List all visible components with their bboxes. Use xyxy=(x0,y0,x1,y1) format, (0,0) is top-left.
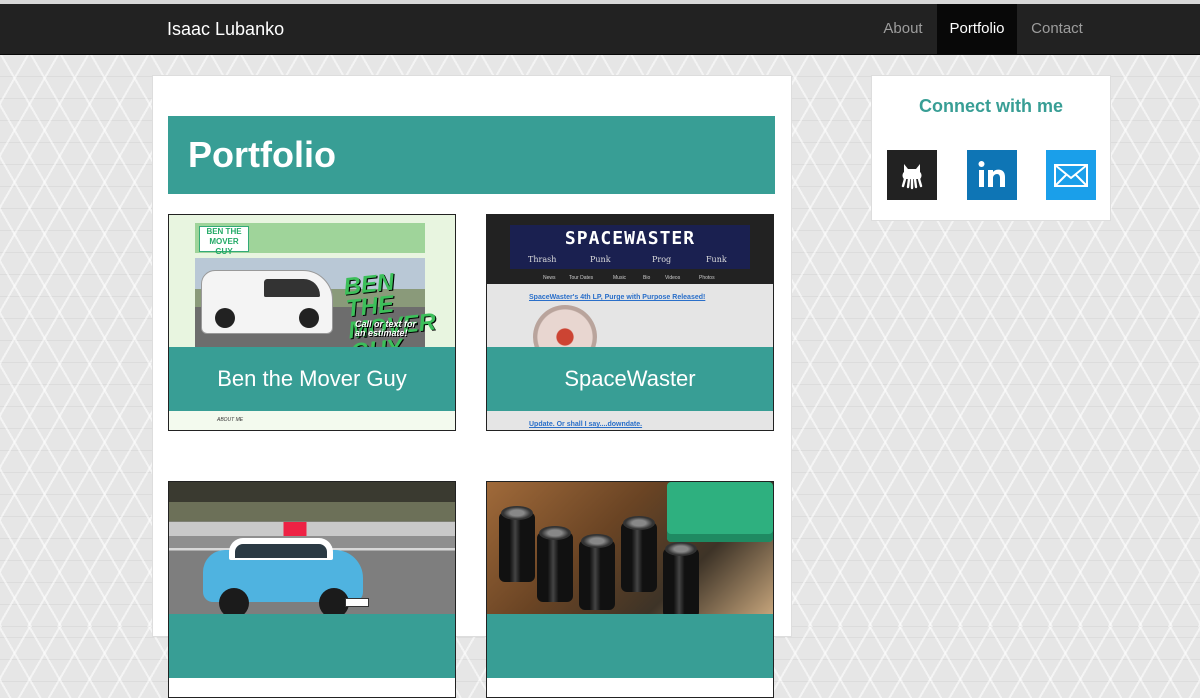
car-window xyxy=(235,544,327,558)
card-caption-bar xyxy=(169,614,455,678)
site-logo: BEN THE MOVER GUY xyxy=(199,226,249,256)
car-plate xyxy=(345,598,369,607)
card-thumbnail xyxy=(169,482,455,614)
van-wheel xyxy=(299,308,319,328)
card-caption-bar: Ben the Mover Guy xyxy=(169,347,455,411)
band-title: SPACEWASTER xyxy=(564,228,696,249)
portfolio-card-car[interactable] xyxy=(168,481,456,698)
genre: Thrash xyxy=(528,255,557,264)
genre: Punk xyxy=(590,255,611,264)
navbar: Isaac Lubanko About Portfolio Contact xyxy=(0,4,1200,55)
nav-contact[interactable]: Contact xyxy=(1019,4,1095,54)
connect-title: Connect with me xyxy=(918,96,1063,116)
circuit-board xyxy=(667,482,773,542)
email-icon xyxy=(1054,164,1088,187)
van-photo: BEN THE MOVER GUY Call or text for an es… xyxy=(195,258,437,347)
ben-call-text: Call or text for an estimate! xyxy=(355,319,417,338)
page-header: Portfolio xyxy=(168,116,775,194)
menu-item: Bio xyxy=(643,275,651,281)
github-link[interactable] xyxy=(887,150,937,200)
card-caption-bar xyxy=(487,614,773,678)
card-title[interactable] xyxy=(169,614,455,678)
card-title[interactable]: Ben the Mover Guy xyxy=(169,347,455,411)
linkedin-link[interactable] xyxy=(967,150,1017,200)
capacitor xyxy=(537,526,573,602)
site-header-strip: BEN THE MOVER GUY xyxy=(195,223,425,256)
menu-item: Music xyxy=(613,275,627,281)
nav-portfolio[interactable]: Portfolio xyxy=(937,4,1017,54)
card-title[interactable] xyxy=(487,614,773,678)
github-icon xyxy=(901,164,923,190)
menu-item: Videos xyxy=(665,275,681,281)
menu-item: Tour Dates xyxy=(569,275,594,281)
track-barrier xyxy=(169,522,455,536)
menu-item: Photos xyxy=(699,275,715,281)
genre: Funk xyxy=(706,255,727,264)
capacitor xyxy=(663,542,699,614)
brand-name[interactable]: Isaac Lubanko xyxy=(167,19,284,40)
card-title[interactable]: SpaceWaster xyxy=(487,347,773,411)
genre: Prog xyxy=(652,255,672,264)
portfolio-card-spacewaster[interactable]: SPACEWASTER Thrash Punk Prog Funk News T… xyxy=(486,214,774,431)
portfolio-panel: Portfolio BEN THE MOVER GUY BEN THE MOVE… xyxy=(152,75,792,698)
van-wheel xyxy=(215,308,235,328)
card-thumbnail: SPACEWASTER Thrash Punk Prog Funk News T… xyxy=(487,215,773,347)
portfolio-card-electronics[interactable] xyxy=(486,481,774,698)
card-footer: Update. Or shall I say....downdate. xyxy=(487,411,773,430)
email-link[interactable] xyxy=(1046,150,1096,200)
footer-text: ABOUT ME xyxy=(217,417,244,423)
connect-panel: Connect with me xyxy=(871,75,1111,221)
page-title: Portfolio xyxy=(188,134,336,175)
portfolio-card-ben[interactable]: BEN THE MOVER GUY BEN THE MOVER GUY Call… xyxy=(168,214,456,431)
footer-link: Update. Or shall I say....downdate. xyxy=(529,421,643,428)
linkedin-icon xyxy=(978,161,1005,187)
band-banner: SPACEWASTER Thrash Punk Prog Funk xyxy=(510,225,750,269)
menu-item: News xyxy=(543,275,556,281)
card-caption-bar: SpaceWaster xyxy=(487,347,773,411)
capacitor xyxy=(579,534,615,610)
card-thumbnail xyxy=(487,482,773,614)
capacitor xyxy=(499,506,535,582)
site-header-strip: SPACEWASTER Thrash Punk Prog Funk News T… xyxy=(487,215,773,284)
news-link: SpaceWaster's 4th LP, Purge with Purpose… xyxy=(529,294,706,301)
card-thumbnail: BEN THE MOVER GUY BEN THE MOVER GUY Call… xyxy=(169,215,455,347)
card-footer: ABOUT ME xyxy=(169,411,455,430)
nav-about[interactable]: About xyxy=(871,4,935,54)
van-window xyxy=(264,279,320,297)
capacitor xyxy=(621,516,657,592)
car-wheel xyxy=(219,588,249,614)
